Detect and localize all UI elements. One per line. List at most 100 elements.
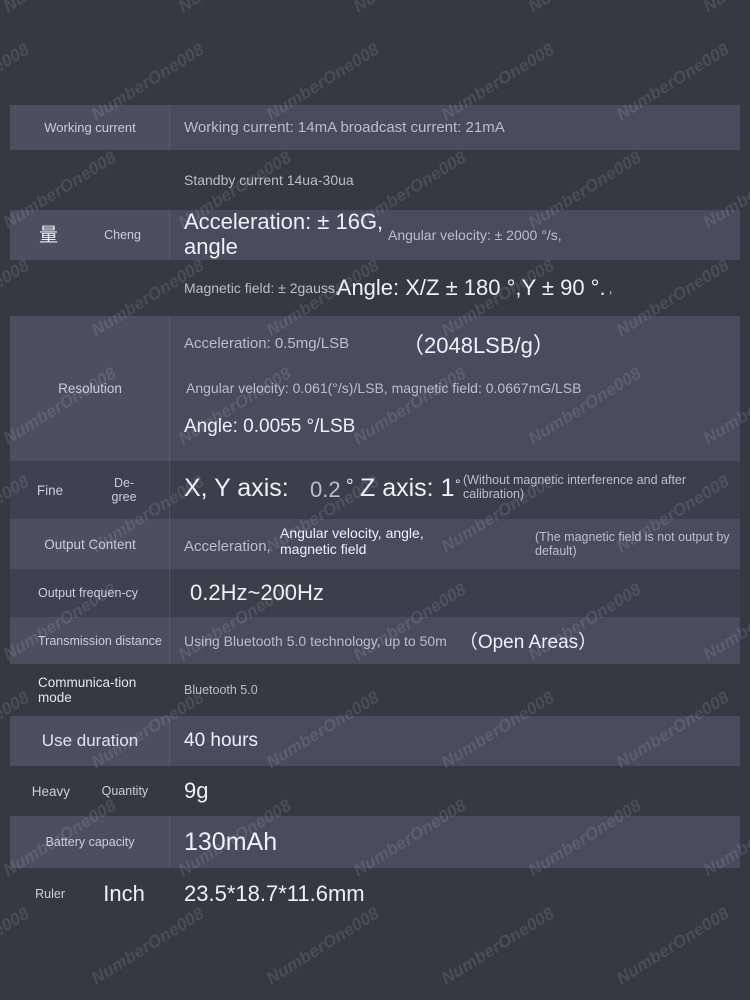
cjk-glyph-liang: 量 (39, 224, 59, 246)
row-value-battery-capacity: 130mAh (170, 816, 740, 868)
row-label-range-cont (10, 260, 170, 316)
row-value-range: Acceleration: ± 16G, angle Angular veloc… (170, 209, 740, 260)
label-text-b: Inch (103, 881, 145, 906)
row-label-precision: Fine De-gree (10, 461, 170, 519)
watermark-text: NumberOne008 (525, 0, 645, 17)
label-text: Use duration (41, 731, 139, 750)
value-degree-symbol-2: ° (455, 476, 461, 492)
value-text: Working current: 14mA broadcast current:… (184, 119, 505, 136)
watermark-text: NumberOne008 (0, 0, 120, 17)
table-row: Resolution Acceleration: 0.5mg/LSB （2048… (10, 316, 740, 461)
value-text-axis-z: Z axis: 1 (360, 474, 455, 502)
resolution-line-2: Angular velocity: 0.061(°/s)/LSB, magnet… (184, 367, 740, 413)
row-value-range-cont: Magnetic field: ± 2gauss, Angle: X/Z ± 1… (170, 260, 740, 316)
row-label-size: Ruler Inch (10, 868, 170, 920)
value-text: 130mAh (184, 827, 278, 856)
label-text: Battery capacity (45, 835, 135, 849)
row-value-size: 23.5*18.7*11.6mm (170, 868, 740, 920)
table-row: Output Content Acceleration, Angular vel… (10, 519, 740, 569)
table-row: Transmission distance Using Bluetooth 5.… (10, 617, 740, 664)
row-value-weight: 9g (170, 766, 740, 816)
row-label-working-current: Working current (10, 105, 170, 150)
table-row: Communica-tion mode Bluetooth 5.0 (10, 664, 740, 716)
value-note: （2048LSB/g） (402, 333, 555, 358)
value-note: (The magnetic field is not output by def… (535, 530, 730, 558)
row-label-output-content: Output Content (10, 519, 170, 569)
row-value-transmission-distance: Using Bluetooth 5.0 technology, up to 50… (170, 617, 740, 664)
row-label-use-duration: Use duration (10, 716, 170, 766)
value-degree-symbol-1: ° (346, 476, 354, 497)
label-group: Fine De-gree (16, 476, 164, 504)
value-text: 23.5*18.7*11.6mm (184, 881, 365, 906)
row-value-resolution: Acceleration: 0.5mg/LSB （2048LSB/g） Angu… (170, 316, 740, 461)
resolution-line-3: Angle: 0.0055 °/LSB (184, 413, 740, 453)
table-row: Heavy Quantity 9g (10, 766, 740, 816)
watermark-text: NumberOne008 (350, 0, 470, 17)
value-text: Bluetooth 5.0 (184, 683, 258, 697)
label-text: Cheng (104, 228, 141, 242)
label-group: 量 Cheng (16, 226, 164, 245)
label-group: Ruler Inch (16, 881, 164, 907)
value-text: Angle: 0.0055 °/LSB (184, 416, 356, 437)
value-text-axis-xy: X, Y axis: (184, 474, 289, 502)
label-text: Resolution (58, 381, 122, 396)
table-row: 量 Cheng Acceleration: ± 16G, angle Angul… (10, 209, 740, 260)
row-value-output-content: Acceleration, Angular velocity, angle, m… (170, 519, 740, 569)
value-text: 40 hours (184, 730, 258, 751)
value-text: 0.2Hz~200Hz (190, 580, 324, 605)
value-text: Angular velocity: 0.061(°/s)/LSB, magnet… (186, 380, 582, 396)
table-row: Magnetic field: ± 2gauss, Angle: X/Z ± 1… (10, 260, 740, 316)
table-row: Use duration 40 hours (10, 716, 740, 766)
row-value-output-frequency: 0.2Hz~200Hz (170, 569, 740, 617)
label-text: Output Content (44, 536, 136, 552)
watermark-text: NumberOne008 (700, 0, 750, 17)
row-label-weight: Heavy Quantity (10, 766, 170, 816)
table-row: Working current Working current: 14mA br… (10, 105, 740, 150)
row-value-precision: X, Y axis: 0.2 ° Z axis: 1 ° (Without ma… (170, 461, 740, 519)
row-value-working-current: Working current: 14mA broadcast current:… (170, 105, 740, 150)
row-label-range: 量 Cheng (10, 210, 170, 260)
row-label-resolution: Resolution (10, 316, 170, 461)
value-text-tail: , (608, 280, 613, 296)
watermark-text: NumberOne008 (175, 0, 295, 17)
label-text-b: De-gree (111, 476, 137, 504)
table-row: Standby current 14ua-30ua (10, 150, 740, 210)
label-group: Heavy Quantity (16, 784, 164, 799)
label-text: Output frequen-cy (38, 586, 139, 600)
label-text: Working current (44, 120, 136, 135)
row-label-transmission-distance: Transmission distance (10, 617, 170, 664)
value-text-xy-tolerance: 0.2 (310, 477, 341, 502)
value-text-b: Angular velocity, angle, magnetic field (280, 525, 424, 557)
table-row: Battery capacity 130mAh (10, 816, 740, 868)
value-text-primary: Acceleration: ± 16G, angle (184, 209, 384, 259)
value-text: Acceleration: 0.5mg/LSB (184, 335, 350, 352)
label-text-a: Heavy (31, 783, 71, 799)
value-text: 9g (184, 778, 209, 803)
spec-sheet-page: NumberOne008 NumberOne008 NumberOne008 Numb… (0, 0, 750, 1000)
table-row: Ruler Inch 23.5*18.7*11.6mm (10, 868, 740, 920)
row-value-communication-mode: Bluetooth 5.0 (170, 664, 740, 716)
specification-table: Working current Working current: 14mA br… (10, 105, 740, 920)
value-text-small: Magnetic field: ± 2gauss, (184, 280, 339, 296)
label-text: Transmission distance (38, 633, 162, 648)
row-label-output-frequency: Output frequen-cy (10, 569, 170, 617)
label-text-a: Fine (36, 482, 64, 498)
value-text-large: Angle: X/Z ± 180 °,Y ± 90 °. (336, 275, 606, 300)
table-row: Output frequen-cy 0.2Hz~200Hz (10, 569, 740, 617)
row-value-standby-current: Standby current 14ua-30ua (170, 150, 740, 210)
table-row: Fine De-gree X, Y axis: 0.2 ° Z axis: 1 … (10, 461, 740, 519)
label-text: Communica-tion mode (38, 674, 137, 705)
row-label-battery-capacity: Battery capacity (10, 816, 170, 868)
value-text: Standby current 14ua-30ua (184, 172, 354, 188)
label-text-a: Ruler (35, 887, 65, 901)
row-value-use-duration: 40 hours (170, 716, 740, 766)
resolution-line-1: Acceleration: 0.5mg/LSB （2048LSB/g） (184, 325, 740, 367)
value-text: Using Bluetooth 5.0 technology, up to 50… (184, 632, 447, 649)
row-label-standby (10, 150, 170, 210)
value-note: (Without magnetic interference and after… (463, 473, 687, 501)
value-text-a: Acceleration, (184, 538, 271, 555)
value-note: （Open Areas） (458, 632, 598, 653)
row-label-communication-mode: Communica-tion mode (10, 664, 170, 716)
value-text-overlay: Angular velocity: ± 2000 °/s, (388, 227, 562, 243)
label-text-b: Quantity (101, 784, 149, 798)
